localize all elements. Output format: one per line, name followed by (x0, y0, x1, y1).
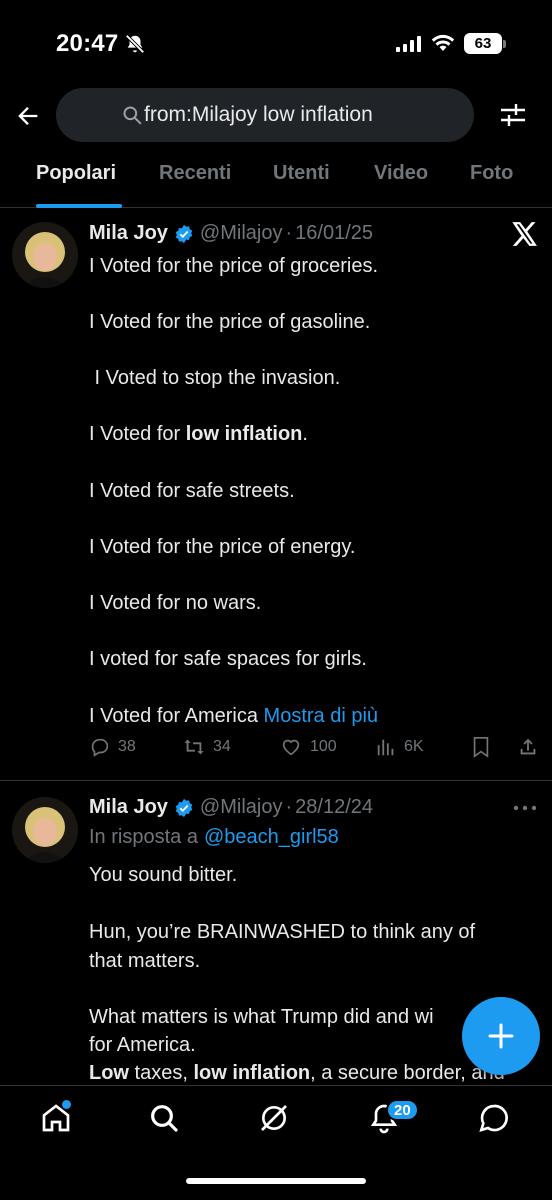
post-line: I Voted for low inflation. (89, 420, 308, 448)
tab-utenti[interactable]: Utenti (273, 162, 330, 185)
bookmark-button[interactable] (471, 736, 491, 758)
text-segment: . (302, 423, 308, 445)
post-line: I Voted for the price of groceries. (89, 255, 379, 277)
like-button[interactable]: 100 (279, 736, 337, 758)
verified-badge-icon (175, 224, 193, 243)
post-line: I Voted to stop the invasion. (89, 367, 341, 389)
repost-icon (184, 739, 204, 755)
post-divider (0, 780, 552, 781)
post-line: You sound bitter. (89, 864, 238, 886)
wifi-icon (431, 34, 455, 51)
separator: · (285, 222, 293, 244)
share-icon (520, 738, 536, 755)
search-query: from:Milajoy low inflation (144, 103, 373, 126)
more-options-icon[interactable] (513, 804, 537, 812)
avatar[interactable] (12, 222, 78, 288)
tab-foto[interactable]: Foto (470, 162, 513, 185)
post-line: I Voted for the price of gasoline. (89, 311, 371, 333)
post-line: Low taxes, low inflation, a secure borde… (89, 1059, 505, 1087)
show-more-link[interactable]: Mostra di più (264, 705, 379, 727)
reply-button[interactable]: 38 (89, 736, 136, 758)
heart-icon (282, 739, 300, 756)
separator: · (285, 796, 293, 818)
tab-popolari[interactable]: Popolari (36, 162, 116, 185)
signal-icon (396, 36, 421, 52)
author-name[interactable]: Mila Joy (89, 222, 168, 245)
post-header: Mila Joy @Milajoy · 16/01/25 (89, 222, 373, 245)
search-icon[interactable] (148, 1102, 180, 1134)
text-segment: I Voted for (89, 423, 186, 445)
back-arrow-icon[interactable] (14, 102, 42, 130)
filter-settings-icon[interactable] (498, 100, 528, 130)
battery-icon: 63 (464, 33, 502, 54)
bell-off-icon (125, 34, 145, 54)
highlight-text: low inflation (185, 423, 303, 445)
highlight-text: Low (89, 1062, 129, 1084)
plus-icon (488, 1023, 514, 1049)
verified-badge-icon (175, 798, 193, 817)
x-logo-icon (512, 222, 537, 246)
active-tab-indicator (36, 204, 122, 208)
post-line: I Voted for the price of energy. (89, 536, 356, 558)
reply-icon (91, 738, 109, 757)
status-time: 20:47 (56, 30, 119, 57)
highlight-text: low inflation (193, 1062, 311, 1084)
messages-icon[interactable] (478, 1102, 510, 1134)
post-actions: 38 34 100 6K (0, 736, 552, 766)
tab-recenti[interactable]: Recenti (159, 162, 231, 185)
avatar[interactable] (12, 797, 78, 863)
search-input[interactable]: from:Milajoy low inflation (56, 88, 474, 142)
reply-label: In risposta a (89, 826, 198, 848)
text-segment: taxes, (129, 1062, 194, 1084)
like-count: 100 (310, 738, 337, 755)
post-line: I voted for safe spaces for girls. (89, 648, 367, 670)
share-button[interactable] (517, 736, 539, 758)
post-line: Hun, you’re BRAINWASHED to think any of (89, 921, 476, 943)
post-line: I Voted for America Mostra di più (89, 702, 378, 730)
author-handle[interactable]: @Milajoy (200, 222, 283, 245)
author-name[interactable]: Mila Joy (89, 796, 168, 819)
post-date[interactable]: 16/01/25 (295, 222, 373, 245)
tab-video[interactable]: Video (374, 162, 428, 185)
post-line: for America. (89, 1034, 196, 1056)
bookmark-icon (473, 737, 489, 758)
post-header: Mila Joy @Milajoy · 28/12/24 (89, 796, 373, 819)
home-unread-dot (62, 1100, 71, 1109)
repost-button[interactable]: 34 (182, 736, 231, 758)
repost-count: 34 (213, 738, 231, 755)
reply-context: In risposta a @beach_girl58 (89, 826, 339, 849)
author-handle[interactable]: @Milajoy (200, 796, 283, 819)
reply-count: 38 (118, 738, 136, 755)
views-chart-icon (377, 739, 394, 756)
post-line: I Voted for safe streets. (89, 480, 295, 502)
post-line: I Voted for no wars. (89, 592, 262, 614)
reply-to-handle[interactable]: @beach_girl58 (204, 826, 339, 849)
status-bar: 20:47 63 (0, 0, 552, 80)
notifications-badge: 20 (386, 1099, 419, 1121)
views-button[interactable]: 6K (375, 736, 424, 758)
post-line: that matters. (89, 950, 201, 972)
home-indicator (186, 1178, 366, 1184)
text-segment: I Voted for America (89, 705, 258, 727)
battery-tip (503, 40, 506, 48)
post-date[interactable]: 28/12/24 (295, 796, 373, 819)
post-line: What matters is what Trump did and wi (89, 1006, 434, 1028)
search-tabs: Popolari Recenti Utenti Video Foto (0, 160, 552, 208)
grok-icon[interactable] (258, 1102, 290, 1134)
search-icon (123, 106, 142, 125)
compose-post-button[interactable] (462, 997, 540, 1075)
views-count: 6K (404, 738, 424, 755)
